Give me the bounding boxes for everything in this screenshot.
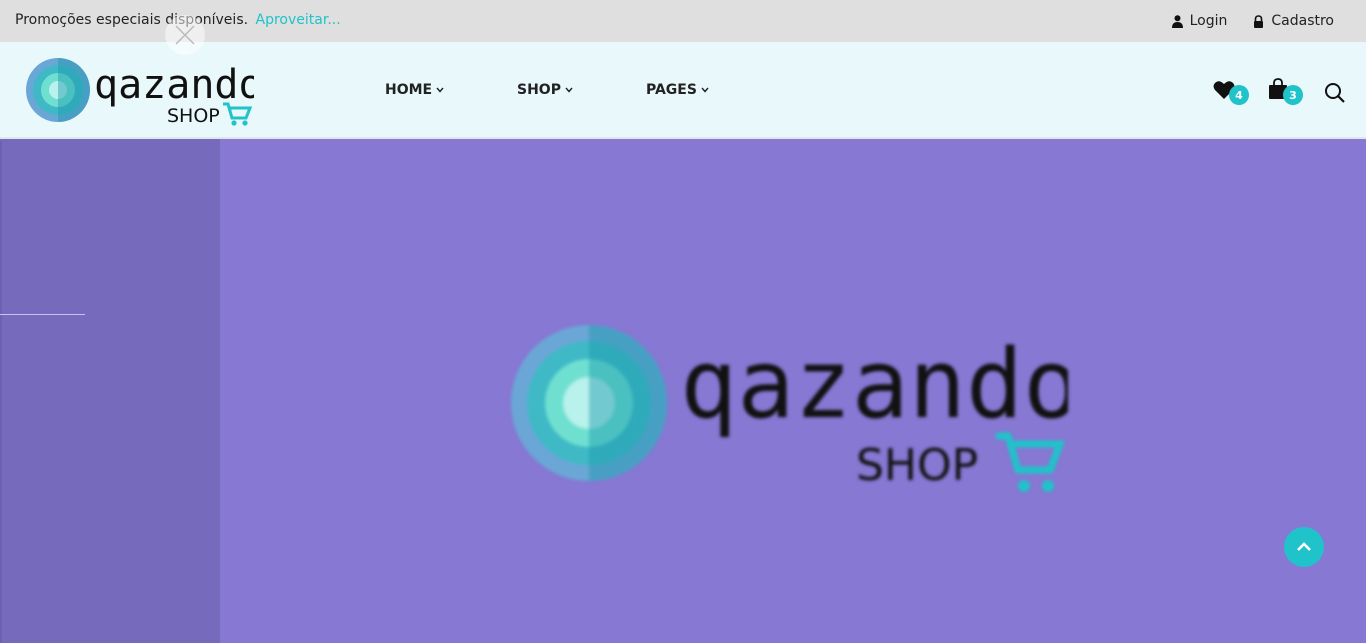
nav-home-label: HOME	[385, 82, 433, 98]
auth-links: Login Cadastro	[1171, 13, 1334, 29]
nav-shop-label: SHOP	[517, 82, 561, 98]
hero-logo: qazando SHOP	[508, 322, 1080, 502]
nav-home[interactable]: HOME	[385, 82, 517, 98]
hero-logo-sub: SHOP	[856, 440, 978, 491]
nav-pages-label: PAGES	[646, 82, 697, 98]
login-label: Login	[1189, 13, 1228, 29]
wishlist-count-badge: 4	[1229, 85, 1249, 105]
cart-button[interactable]: 3	[1268, 78, 1324, 108]
wishlist-button[interactable]: 4	[1213, 78, 1268, 108]
header-icons: 4 3	[1213, 78, 1346, 108]
signup-link[interactable]: Cadastro	[1253, 13, 1334, 29]
chevron-down-icon	[565, 87, 573, 93]
site-logo[interactable]: qazando SHOP	[24, 56, 263, 128]
side-panel-overlay	[0, 141, 220, 643]
search-button[interactable]	[1324, 82, 1346, 104]
user-icon	[1171, 14, 1183, 28]
login-link[interactable]: Login	[1171, 13, 1228, 29]
close-panel-button[interactable]	[165, 15, 205, 55]
hero-logo-graphic: qazando SHOP	[511, 325, 1080, 492]
main-nav: HOME SHOP PAGES	[385, 82, 709, 98]
nav-pages[interactable]: PAGES	[646, 82, 709, 98]
promo-link[interactable]: Aproveitar...	[256, 12, 341, 28]
hero-cart-icon	[996, 432, 1066, 492]
side-divider	[0, 314, 85, 315]
search-icon	[1325, 83, 1345, 103]
logo-graphic: qazando SHOP	[26, 58, 263, 127]
promo-text: Promoções especiais disponíveis.	[15, 12, 249, 28]
hero-logo-wordmark: qazando	[680, 330, 1068, 440]
chevron-down-icon	[436, 87, 444, 93]
close-icon	[175, 25, 195, 45]
logo-wordmark: qazando	[94, 62, 254, 108]
chevron-up-icon	[1297, 542, 1311, 551]
signup-label: Cadastro	[1271, 13, 1334, 29]
chevron-down-icon	[701, 87, 709, 93]
logo-sub: SHOP	[167, 105, 220, 127]
scroll-to-top-button[interactable]	[1284, 527, 1324, 567]
site-header: qazando SHOP HOME SHOP PAGES 4 3	[0, 42, 1366, 139]
nav-shop[interactable]: SHOP	[517, 82, 646, 98]
cart-count-badge: 3	[1283, 85, 1303, 105]
lock-icon	[1254, 14, 1264, 28]
